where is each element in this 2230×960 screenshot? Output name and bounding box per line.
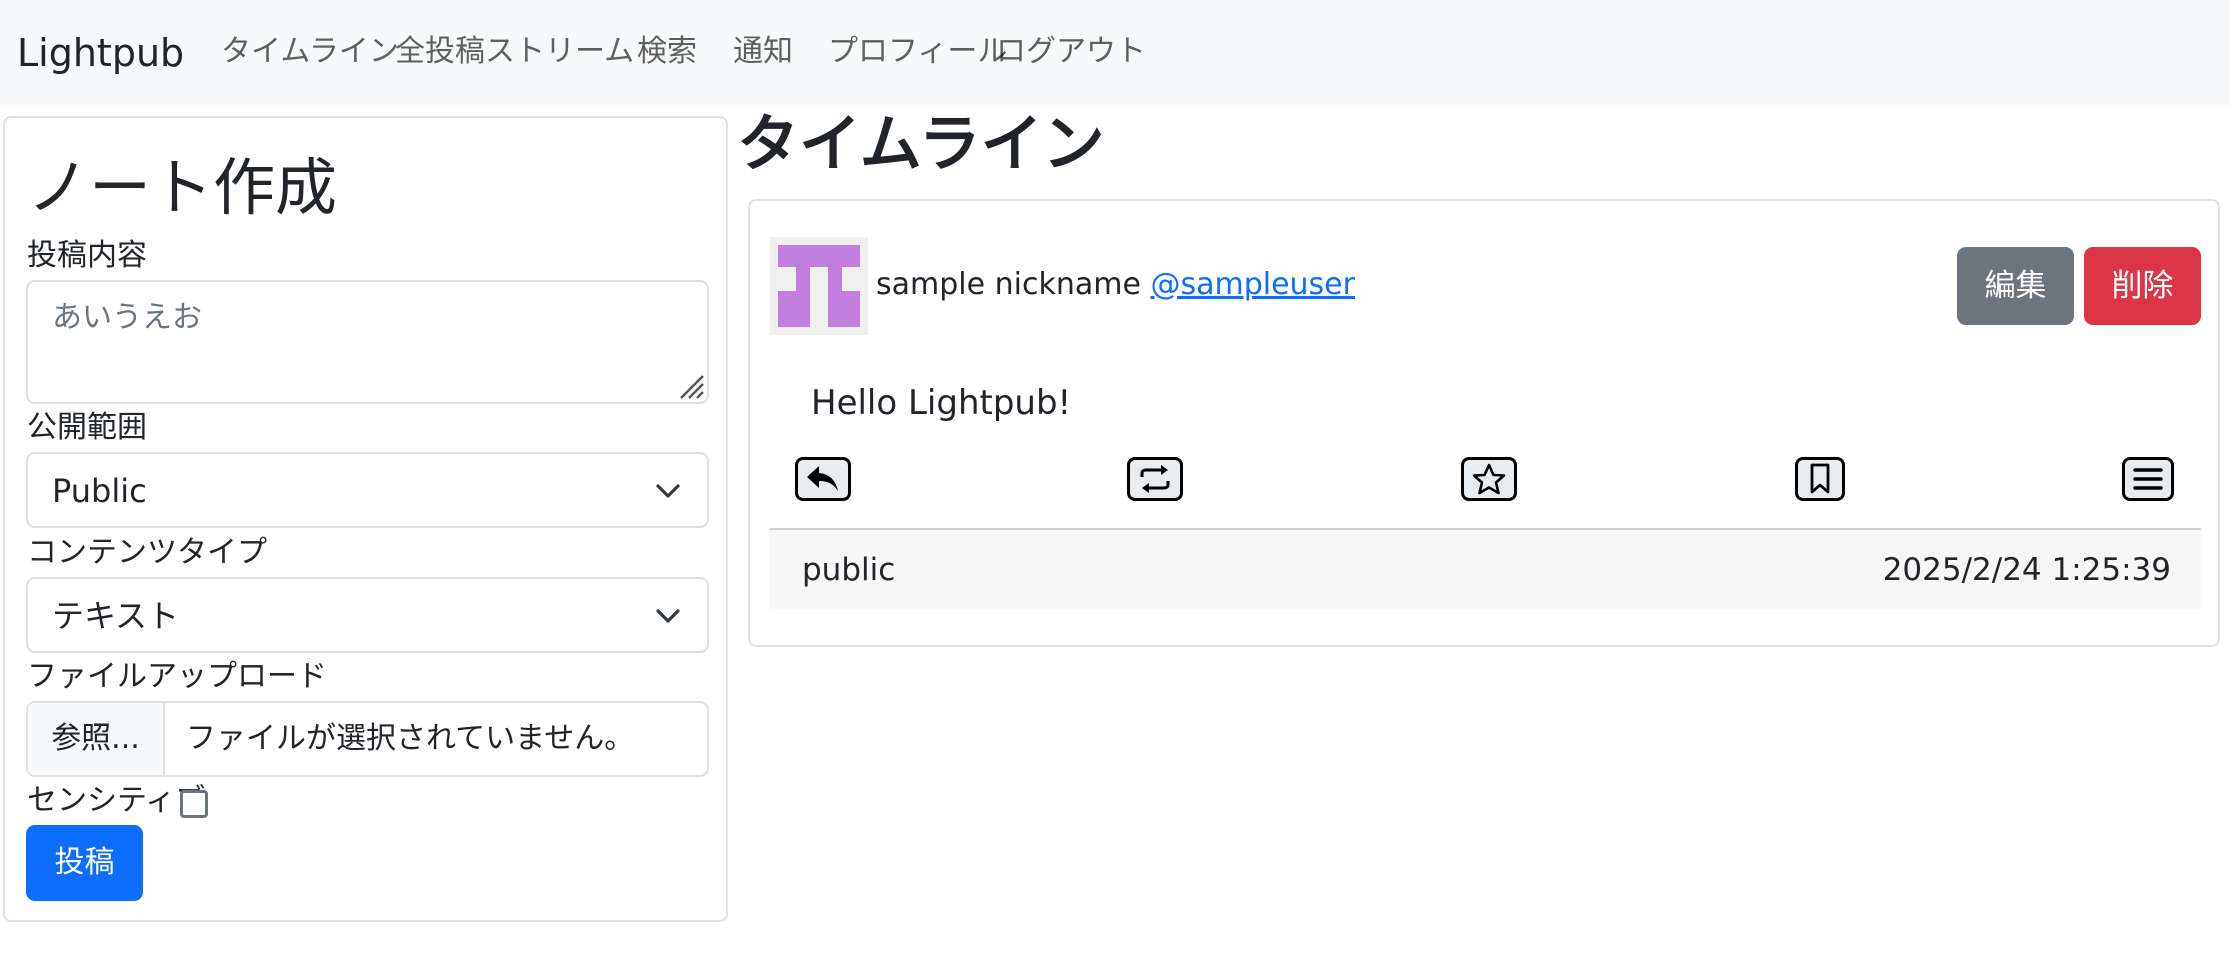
visibility-selected-value: Public — [52, 472, 147, 510]
content-type-select[interactable]: テキスト — [26, 577, 709, 653]
content-type-label: コンテンツタイプ — [27, 535, 267, 570]
browse-button[interactable]: 参照... — [28, 703, 165, 775]
edit-button[interactable]: 編集 — [1957, 247, 2074, 325]
repost-icon — [1140, 465, 1170, 493]
nav-link-notifications[interactable]: 通知 — [733, 32, 793, 72]
content-type-selected-value: テキスト — [52, 597, 180, 635]
avatar[interactable] — [770, 237, 868, 335]
post-author: sample nickname @sampleuser — [876, 265, 1355, 305]
chevron-down-icon — [656, 484, 680, 498]
nav-link-timeline[interactable]: タイムライン — [221, 32, 399, 72]
menu-icon — [2133, 468, 2163, 490]
file-status-text: ファイルが選択されていません。 — [186, 721, 635, 756]
author-username-link[interactable]: @sampleuser — [1150, 267, 1355, 302]
sensitive-label: センシティブ — [27, 783, 206, 818]
navbar: Lightpub タイムライン 全投稿ストリーム 検索 通知 プロフィール ログ… — [0, 0, 2230, 105]
delete-button[interactable]: 削除 — [2084, 247, 2201, 325]
chevron-down-icon — [656, 609, 680, 623]
post-card: sample nickname @sampleuser 編集 削除 Hello … — [748, 199, 2220, 647]
sensitive-checkbox[interactable] — [180, 790, 208, 818]
brand-link[interactable]: Lightpub — [17, 28, 184, 78]
post-footer: public 2025/2/24 1:25:39 — [770, 528, 2201, 609]
bookmark-icon — [1810, 463, 1830, 494]
menu-button[interactable] — [2122, 457, 2174, 501]
content-textarea[interactable]: あいうえお — [26, 280, 709, 404]
compose-card: ノート作成 投稿内容 あいうえお 公開範囲 Public コンテンツタイプ テキ… — [3, 116, 728, 922]
post-timestamp: 2025/2/24 1:25:39 — [1882, 552, 2171, 588]
favorite-button[interactable] — [1461, 457, 1517, 501]
repost-button[interactable] — [1127, 457, 1183, 501]
nav-link-profile[interactable]: プロフィール — [828, 32, 1007, 72]
compose-title: ノート作成 — [27, 151, 338, 224]
nav-link-search[interactable]: 検索 — [637, 32, 697, 72]
post-content: Hello Lightpub! — [811, 383, 1072, 423]
submit-button[interactable]: 投稿 — [26, 825, 143, 901]
file-upload-input[interactable]: 参照... ファイルが選択されていません。 — [26, 701, 709, 777]
post-visibility: public — [802, 552, 896, 588]
bookmark-button[interactable] — [1795, 457, 1845, 501]
upload-label: ファイルアップロード — [27, 659, 327, 694]
reply-button[interactable] — [795, 457, 851, 501]
visibility-label: 公開範囲 — [27, 410, 147, 445]
author-nickname: sample nickname — [876, 267, 1141, 302]
identicon-icon — [770, 237, 868, 335]
star-icon — [1472, 463, 1506, 495]
nav-link-all-stream[interactable]: 全投稿ストリーム — [395, 32, 634, 72]
timeline-title: タイムライン — [737, 107, 1105, 180]
reply-icon — [807, 466, 838, 491]
visibility-select[interactable]: Public — [26, 452, 709, 528]
content-label: 投稿内容 — [27, 238, 147, 273]
nav-link-logout[interactable]: ログアウト — [996, 32, 1146, 72]
